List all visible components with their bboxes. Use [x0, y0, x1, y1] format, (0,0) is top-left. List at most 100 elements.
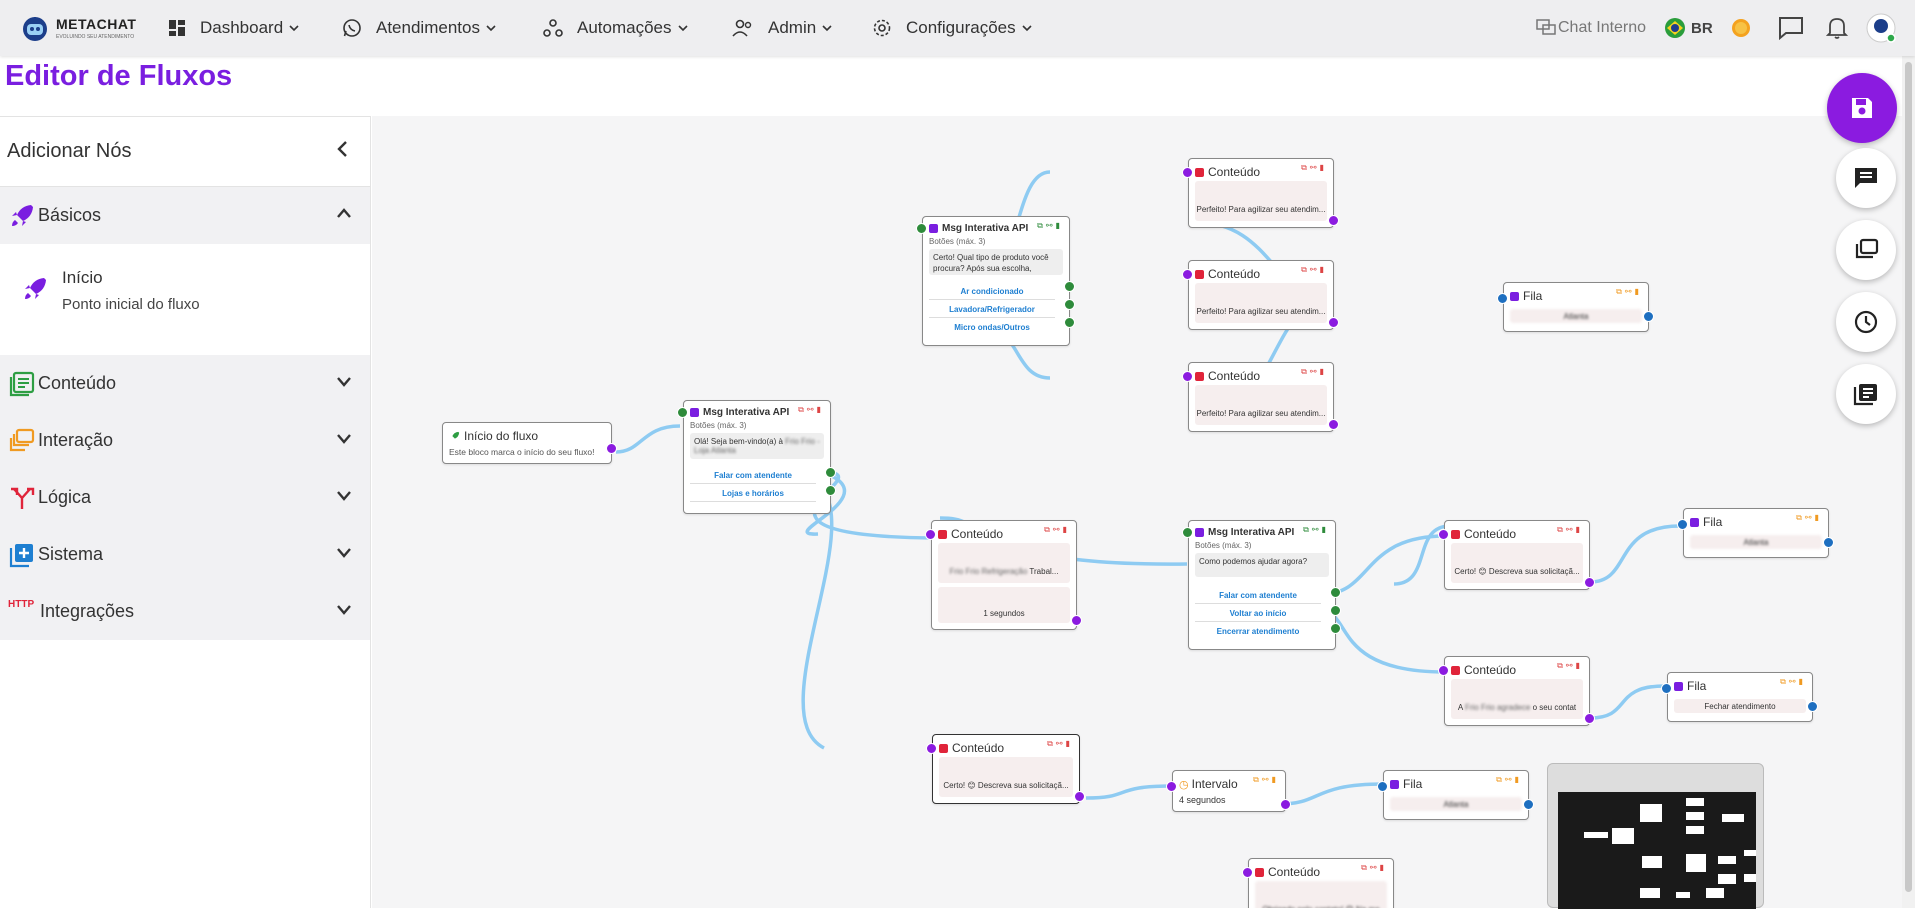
node-conteudo-6[interactable]: Conteúdo ⧉⚯▮ A Frio Frio agradece o seu … [1438, 656, 1595, 726]
input-port[interactable] [1661, 683, 1672, 694]
node-tools[interactable]: ⧉⚯▮ [1301, 163, 1327, 173]
input-port[interactable] [925, 529, 936, 540]
category-basicos[interactable]: Básicos [0, 187, 370, 244]
input-port[interactable] [1438, 529, 1449, 540]
node-fila-4[interactable]: Fila ⧉⚯▮ Atlanta [1377, 770, 1534, 820]
output-port[interactable] [606, 443, 617, 454]
node-fila-2[interactable]: Fila ⧉⚯▮ Atlanta [1677, 508, 1834, 558]
nav-admin[interactable]: Admin [732, 14, 832, 42]
node-msg-interativa-2[interactable]: Msg Interativa API ⧉⚯▮ Botões (máx. 3) C… [916, 216, 1075, 346]
node-tools[interactable]: ⧉⚯▮ [1303, 525, 1329, 535]
save-flow-button[interactable] [1827, 73, 1897, 143]
node-tools[interactable]: ⧉⚯▮ [1301, 367, 1327, 377]
node-fila-1[interactable]: Fila ⧉⚯▮ Atlanta [1497, 282, 1654, 332]
page-scrollbar[interactable] [1902, 56, 1915, 908]
user-avatar[interactable] [1866, 12, 1896, 44]
output-port[interactable] [1330, 605, 1341, 616]
nav-configuracoes[interactable]: Configurações [872, 14, 1032, 42]
output-port[interactable] [1523, 799, 1534, 810]
input-port[interactable] [916, 223, 927, 234]
input-port[interactable] [1182, 269, 1193, 280]
notifications-button[interactable] [1826, 12, 1848, 44]
logs-button[interactable] [1836, 364, 1896, 424]
input-port[interactable] [1182, 527, 1193, 538]
node-fila-3[interactable]: Fila ⧉⚯▮ Fechar atendimento [1661, 672, 1818, 722]
node-conteudo-2[interactable]: Conteúdo ⧉⚯▮ Perfeito! Para agilizar seu… [1182, 260, 1339, 330]
collapse-sidebar-icon[interactable] [336, 140, 350, 158]
chat-interno-button[interactable]: Chat Interno [1536, 12, 1646, 44]
output-port[interactable] [1584, 577, 1595, 588]
output-port[interactable] [1064, 317, 1075, 328]
output-port[interactable] [1328, 317, 1339, 328]
output-port[interactable] [1823, 537, 1834, 548]
nav-dashboard[interactable]: Dashboard [168, 14, 299, 42]
add-message-button[interactable] [1836, 148, 1896, 208]
theme-toggle[interactable] [1730, 12, 1752, 44]
output-port[interactable] [1584, 713, 1595, 724]
node-conteudo-1[interactable]: Conteúdo ⧉⚯▮ Perfeito! Para agilizar seu… [1182, 158, 1339, 228]
node-tools[interactable]: ⧉⚯▮ [1780, 677, 1806, 687]
node-tools[interactable]: ⧉⚯▮ [1557, 525, 1583, 535]
input-port[interactable] [677, 407, 688, 418]
category-integracoes[interactable]: HTTP Integrações [0, 583, 370, 640]
input-port[interactable] [1182, 167, 1193, 178]
category-sistema[interactable]: Sistema [0, 526, 370, 583]
node-tools[interactable]: ⧉⚯▮ [798, 405, 824, 415]
nav-atendimentos[interactable]: Atendimentos [342, 14, 496, 42]
category-interacao[interactable]: Interação [0, 412, 370, 469]
node-tools[interactable]: ⧉⚯▮ [1557, 661, 1583, 671]
option-button[interactable]: Voltar ao início [1195, 609, 1321, 622]
output-port[interactable] [1280, 799, 1291, 810]
node-tools[interactable]: ⧉⚯▮ [1044, 525, 1070, 535]
input-port[interactable] [1677, 519, 1688, 530]
output-port[interactable] [1328, 419, 1339, 430]
option-button[interactable]: Lavadora/Refrigerador [929, 305, 1055, 318]
node-tools[interactable]: ⧉⚯▮ [1301, 265, 1327, 275]
option-button[interactable]: Falar com atendente [1195, 591, 1321, 604]
output-port[interactable] [1071, 615, 1082, 626]
output-port[interactable] [1328, 215, 1339, 226]
input-port[interactable] [1242, 867, 1253, 878]
output-port[interactable] [1064, 299, 1075, 310]
option-button[interactable]: Falar com atendente [690, 471, 816, 484]
input-port[interactable] [1377, 781, 1388, 792]
nav-automacoes[interactable]: Automações [543, 14, 688, 42]
option-button[interactable]: Encerrar atendimento [1195, 627, 1321, 639]
scrollbar-thumb[interactable] [1905, 62, 1912, 892]
library-button[interactable] [1836, 220, 1896, 280]
output-port[interactable] [1330, 587, 1341, 598]
option-button[interactable]: Ar condicionado [929, 287, 1055, 300]
messages-button[interactable] [1778, 12, 1804, 44]
brand-logo[interactable]: METACHAT EVOLUINDO SEU ATENDIMENTO [18, 10, 138, 48]
input-port[interactable] [1438, 665, 1449, 676]
output-port[interactable] [1330, 623, 1341, 634]
output-port[interactable] [1807, 701, 1818, 712]
input-port[interactable] [1182, 371, 1193, 382]
node-start[interactable]: Início do fluxo Este bloco marca o iníci… [442, 422, 617, 464]
category-logica[interactable]: Lógica [0, 469, 370, 526]
node-tools[interactable]: ⧉⚯▮ [1037, 221, 1063, 231]
input-port[interactable] [1497, 293, 1508, 304]
category-conteudo[interactable]: Conteúdo [0, 355, 370, 412]
node-tools[interactable]: ⧉⚯▮ [1361, 863, 1387, 873]
node-tools[interactable]: ⧉⚯▮ [1496, 775, 1522, 785]
output-port[interactable] [1074, 791, 1085, 802]
input-port[interactable] [1166, 781, 1177, 792]
node-conteudo-8[interactable]: Conteúdo ⧉⚯▮ Obrigado pelo contato! 😊 Na… [1242, 858, 1394, 908]
node-conteudo-3[interactable]: Conteúdo ⧉⚯▮ Perfeito! Para agilizar seu… [1182, 362, 1339, 432]
history-button[interactable] [1836, 292, 1896, 352]
node-conteudo-5[interactable]: Conteúdo ⧉⚯▮ Certo! 😊 Descreva sua solic… [1438, 520, 1595, 590]
node-tools[interactable]: ⧉⚯▮ [1616, 287, 1642, 297]
flow-minimap[interactable] [1547, 763, 1764, 909]
output-port[interactable] [825, 485, 836, 496]
node-tools[interactable]: ⧉⚯▮ [1796, 513, 1822, 523]
input-port[interactable] [926, 743, 937, 754]
node-msg-interativa-1[interactable]: Msg Interativa API ⧉⚯▮ Botões (máx. 3) O… [677, 400, 836, 514]
node-conteudo-4[interactable]: Conteúdo ⧉⚯▮ Frio Frio Refrigeração Trab… [925, 520, 1082, 630]
option-button[interactable]: Micro ondas/Outros [929, 323, 1055, 335]
node-tools[interactable]: ⧉⚯▮ [1253, 775, 1279, 785]
language-selector[interactable]: BR [1664, 12, 1713, 44]
node-tools[interactable]: ⧉⚯▮ [1047, 739, 1073, 749]
output-port[interactable] [1064, 281, 1075, 292]
node-conteudo-7[interactable]: Conteúdo ⧉⚯▮ Certo! 😊 Descreva sua solic… [926, 734, 1085, 804]
